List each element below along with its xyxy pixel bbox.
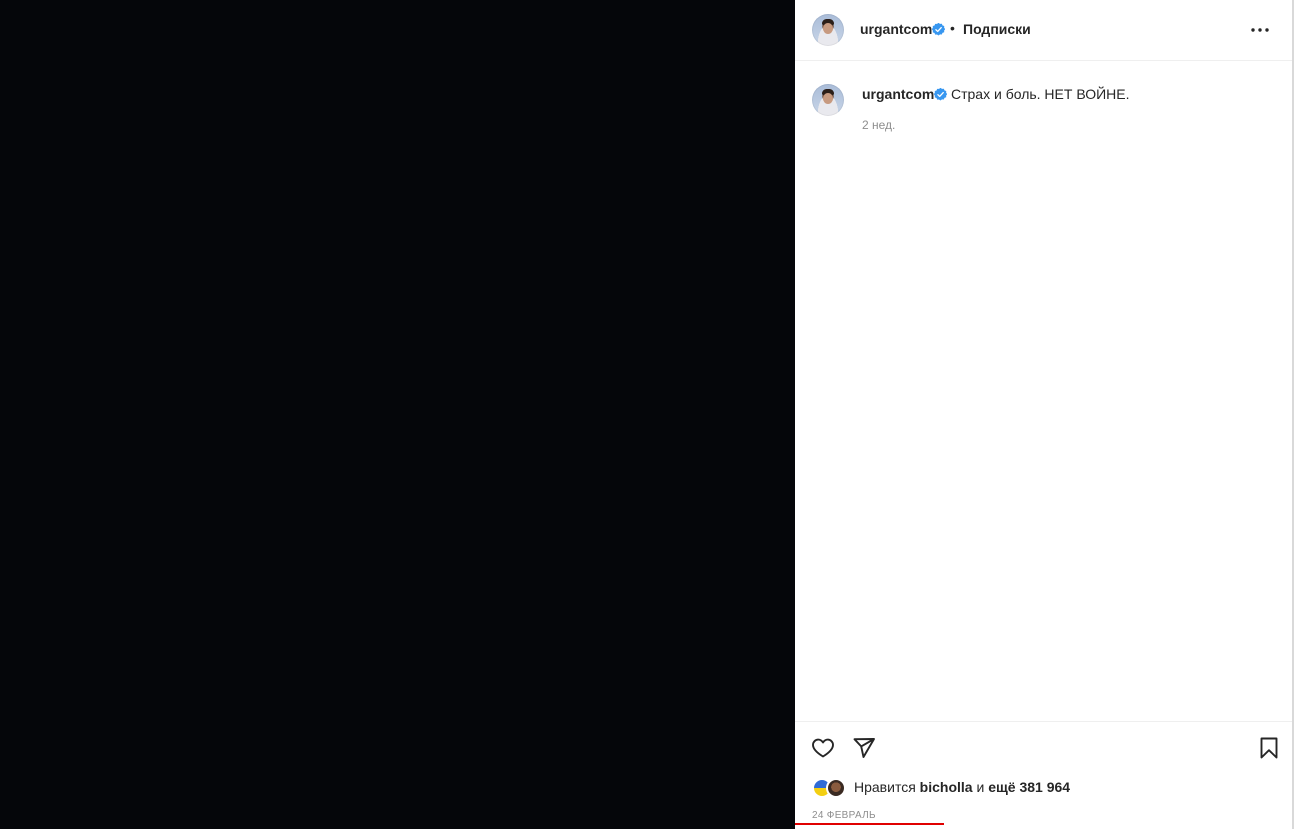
- post-date[interactable]: 24 ФЕВРАЛЬ: [812, 810, 876, 821]
- paper-plane-icon[interactable]: [852, 736, 876, 760]
- more-options-icon[interactable]: [1248, 20, 1272, 40]
- caption-text: Страх и боль. НЕТ ВОЙНЕ.: [951, 86, 1130, 102]
- likes-prefix: Нравится: [854, 779, 916, 795]
- heart-icon[interactable]: [811, 736, 835, 760]
- caption-author-avatar[interactable]: [812, 84, 844, 116]
- annotation-underline: [795, 823, 944, 825]
- liker-avatar[interactable]: [826, 778, 846, 798]
- header-separator: •: [950, 20, 955, 36]
- bookmark-icon[interactable]: [1257, 736, 1281, 760]
- likes-summary: Нравится bicholla и ещё 381 964: [812, 777, 1272, 799]
- caption-time-ago[interactable]: 2 нед.: [862, 118, 895, 132]
- likes-and: и: [976, 779, 985, 795]
- verified-badge-icon: [932, 23, 945, 36]
- post-side-panel: urgantcom • Подписки urgantcom Страх и б…: [795, 0, 1294, 829]
- avatar-face: [823, 23, 833, 34]
- post-header: urgantcom • Подписки: [795, 0, 1292, 61]
- likes-count-link[interactable]: ещё 381 964: [988, 779, 1070, 795]
- liked-by-username[interactable]: bicholla: [920, 779, 973, 795]
- caption-username[interactable]: urgantcom: [862, 86, 934, 102]
- post-media[interactable]: [0, 0, 795, 829]
- author-username[interactable]: urgantcom: [860, 21, 932, 37]
- following-button[interactable]: Подписки: [963, 21, 1031, 37]
- avatar-face: [823, 93, 833, 104]
- verified-badge-icon: [934, 88, 947, 101]
- author-avatar[interactable]: [812, 14, 844, 46]
- post-actions-footer: Нравится bicholla и ещё 381 964 24 ФЕВРА…: [795, 721, 1292, 829]
- instagram-post-view: urgantcom • Подписки urgantcom Страх и б…: [0, 0, 1296, 829]
- likes-text: Нравится bicholla и ещё 381 964: [854, 779, 1070, 795]
